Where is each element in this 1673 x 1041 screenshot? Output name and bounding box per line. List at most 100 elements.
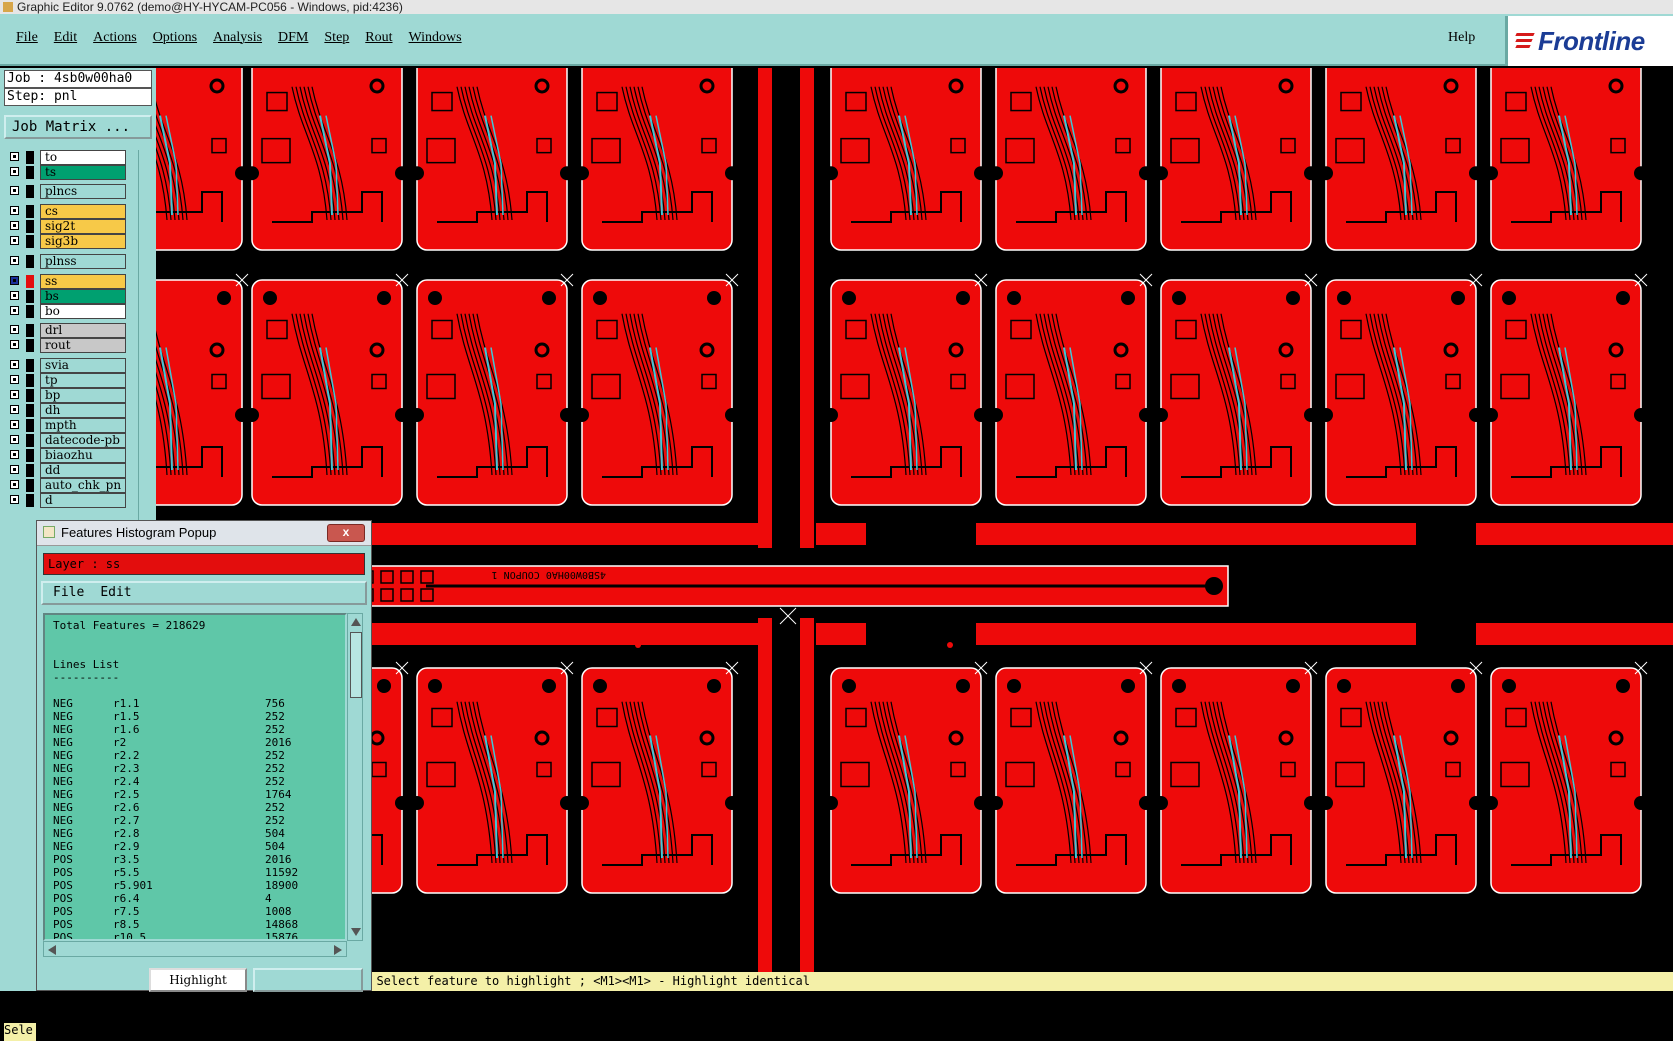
layer-name[interactable]: cs bbox=[40, 204, 126, 219]
layer-checkbox[interactable] bbox=[10, 360, 19, 369]
feature-row[interactable]: POS r6.4 4 bbox=[53, 892, 343, 905]
feature-row[interactable]: NEG r2.6 252 bbox=[53, 801, 343, 814]
feature-row[interactable]: POS r8.5 14868 bbox=[53, 918, 343, 931]
menu-dfm[interactable]: DFM bbox=[270, 30, 316, 46]
layer-checkbox[interactable] bbox=[10, 420, 19, 429]
layer-row-svia[interactable]: svia bbox=[4, 358, 126, 373]
popup-menu-file[interactable]: File bbox=[53, 585, 84, 600]
layer-name[interactable]: d bbox=[40, 493, 126, 508]
layer-checkbox[interactable] bbox=[10, 435, 19, 444]
layer-name[interactable]: rout bbox=[40, 338, 126, 353]
popup-menu-edit[interactable]: Edit bbox=[100, 585, 131, 600]
layer-name[interactable]: ts bbox=[40, 165, 126, 180]
layer-row-dh[interactable]: dh bbox=[4, 403, 126, 418]
menu-analysis[interactable]: Analysis bbox=[205, 30, 270, 46]
layer-row-biaozhu[interactable]: biaozhu bbox=[4, 448, 126, 463]
help-menu[interactable]: Help bbox=[1448, 30, 1475, 46]
feature-row[interactable]: NEG r2.8 504 bbox=[53, 827, 343, 840]
layer-row-bo[interactable]: bo bbox=[4, 304, 126, 319]
popup-titlebar[interactable]: Features Histogram Popup x bbox=[37, 521, 371, 546]
feature-row[interactable]: NEG r1.5 252 bbox=[53, 710, 343, 723]
layer-row-datecode-pb[interactable]: datecode-pb bbox=[4, 433, 126, 448]
layer-row-sig2t[interactable]: sig2t bbox=[4, 219, 126, 234]
layer-row-dd[interactable]: dd bbox=[4, 463, 126, 478]
job-matrix-button[interactable]: Job Matrix ... bbox=[4, 115, 152, 139]
popup-secondary-button[interactable] bbox=[253, 968, 363, 992]
layer-name[interactable]: drl bbox=[40, 323, 126, 338]
layer-checkbox[interactable] bbox=[10, 325, 19, 334]
layer-row-cs[interactable]: cs bbox=[4, 204, 126, 219]
layer-name[interactable]: mpth bbox=[40, 418, 126, 433]
feature-row[interactable]: NEG r2.4 252 bbox=[53, 775, 343, 788]
layer-checkbox[interactable] bbox=[10, 152, 19, 161]
layer-name[interactable]: tp bbox=[40, 373, 126, 388]
feature-row[interactable]: NEG r1.6 252 bbox=[53, 723, 343, 736]
scroll-left-icon[interactable] bbox=[48, 945, 56, 955]
layer-name[interactable]: biaozhu bbox=[40, 448, 126, 463]
layer-row-auto_chk_pn[interactable]: auto_chk_pn bbox=[4, 478, 126, 493]
layer-name[interactable]: auto_chk_pn bbox=[40, 478, 126, 493]
feature-row[interactable]: POS r7.5 1008 bbox=[53, 905, 343, 918]
scroll-down-icon[interactable] bbox=[351, 928, 361, 936]
layer-name[interactable]: bp bbox=[40, 388, 126, 403]
menu-windows[interactable]: Windows bbox=[401, 30, 470, 46]
layer-name[interactable]: sig2t bbox=[40, 219, 126, 234]
layer-checkbox[interactable] bbox=[10, 291, 19, 300]
layer-row-bs[interactable]: bs bbox=[4, 289, 126, 304]
feature-row[interactable]: NEG r2.5 1764 bbox=[53, 788, 343, 801]
layer-checkbox[interactable] bbox=[10, 495, 19, 504]
layer-row-sig3b[interactable]: sig3b bbox=[4, 234, 126, 249]
layer-row-drl[interactable]: drl bbox=[4, 323, 126, 338]
layer-checkbox[interactable] bbox=[10, 465, 19, 474]
layer-checkbox[interactable] bbox=[10, 256, 19, 265]
highlight-button[interactable]: Highlight bbox=[149, 968, 247, 992]
layer-row-to[interactable]: to bbox=[4, 150, 126, 165]
layer-checkbox[interactable] bbox=[10, 276, 19, 285]
feature-row[interactable]: POS r10.5 15876 bbox=[53, 931, 343, 939]
menu-file[interactable]: File bbox=[8, 30, 46, 46]
layer-row-ts[interactable]: ts bbox=[4, 165, 126, 180]
features-list-scroll-thumb[interactable] bbox=[350, 632, 362, 698]
menu-rout[interactable]: Rout bbox=[357, 30, 400, 46]
layer-name[interactable]: dd bbox=[40, 463, 126, 478]
layer-name[interactable]: plncs bbox=[40, 184, 126, 199]
layer-name[interactable]: svia bbox=[40, 358, 126, 373]
layer-checkbox[interactable] bbox=[10, 186, 19, 195]
layer-checkbox[interactable] bbox=[10, 221, 19, 230]
feature-row[interactable]: NEG r2.9 504 bbox=[53, 840, 343, 853]
layer-name[interactable]: plnss bbox=[40, 254, 126, 269]
layer-name[interactable]: bs bbox=[40, 289, 126, 304]
layer-checkbox[interactable] bbox=[10, 480, 19, 489]
features-list-hscrollbar[interactable] bbox=[43, 941, 347, 957]
layer-row-tp[interactable]: tp bbox=[4, 373, 126, 388]
layer-checkbox[interactable] bbox=[10, 375, 19, 384]
layer-checkbox[interactable] bbox=[10, 236, 19, 245]
layer-row-mpth[interactable]: mpth bbox=[4, 418, 126, 433]
layer-checkbox[interactable] bbox=[10, 340, 19, 349]
layer-name[interactable]: dh bbox=[40, 403, 126, 418]
graphic-canvas[interactable]: 4SB0W00HA0 COUPON 1 bbox=[156, 68, 1673, 985]
feature-row[interactable]: NEG r2 2016 bbox=[53, 736, 343, 749]
feature-row[interactable]: POS r5.901 18900 bbox=[53, 879, 343, 892]
layer-name[interactable]: sig3b bbox=[40, 234, 126, 249]
layer-checkbox[interactable] bbox=[10, 405, 19, 414]
layer-checkbox[interactable] bbox=[10, 167, 19, 176]
feature-row[interactable]: POS r3.5 2016 bbox=[53, 853, 343, 866]
layer-row-plncs[interactable]: plncs bbox=[4, 184, 126, 199]
layer-name[interactable]: bo bbox=[40, 304, 126, 319]
feature-row[interactable]: POS r5.5 11592 bbox=[53, 866, 343, 879]
layer-row-plnss[interactable]: plnss bbox=[4, 254, 126, 269]
layer-name[interactable]: ss bbox=[40, 274, 126, 289]
feature-row[interactable]: NEG r2.7 252 bbox=[53, 814, 343, 827]
menu-step[interactable]: Step bbox=[316, 30, 357, 46]
layer-row-bp[interactable]: bp bbox=[4, 388, 126, 403]
layer-name[interactable]: datecode-pb bbox=[40, 433, 126, 448]
menu-actions[interactable]: Actions bbox=[85, 30, 145, 46]
features-list-vscrollbar[interactable] bbox=[347, 613, 363, 941]
layer-row-ss[interactable]: ss bbox=[4, 274, 126, 289]
feature-row[interactable]: NEG r1.1 756 bbox=[53, 697, 343, 710]
menu-options[interactable]: Options bbox=[145, 30, 205, 46]
layer-row-rout[interactable]: rout bbox=[4, 338, 126, 353]
layer-checkbox[interactable] bbox=[10, 450, 19, 459]
layer-checkbox[interactable] bbox=[10, 390, 19, 399]
